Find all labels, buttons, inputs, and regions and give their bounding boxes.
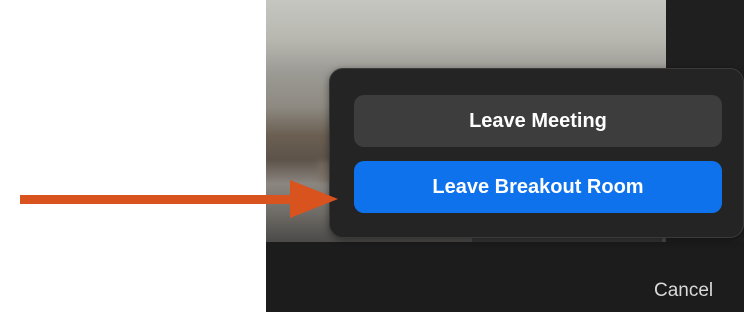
leave-breakout-room-label: Leave Breakout Room bbox=[432, 175, 644, 198]
leave-meeting-label: Leave Meeting bbox=[469, 109, 607, 132]
cancel-button[interactable]: Cancel bbox=[654, 280, 713, 302]
zoom-window: Leave Meeting Leave Breakout Room Cancel bbox=[266, 0, 744, 312]
leave-options-popup: Leave Meeting Leave Breakout Room bbox=[329, 68, 744, 238]
leave-breakout-room-button[interactable]: Leave Breakout Room bbox=[354, 161, 722, 213]
arrow-head bbox=[290, 180, 338, 218]
leave-meeting-button[interactable]: Leave Meeting bbox=[354, 95, 722, 147]
arrow-shaft bbox=[20, 195, 300, 204]
arrow-right-icon bbox=[20, 180, 338, 218]
